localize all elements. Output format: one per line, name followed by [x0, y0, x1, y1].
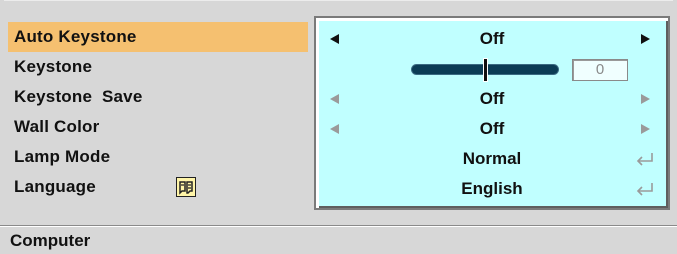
- right-arrow-icon[interactable]: [641, 124, 650, 134]
- language-value: English: [461, 179, 523, 198]
- auto-keystone-value: Off: [479, 29, 505, 48]
- auto-keystone-value-row[interactable]: Off: [316, 24, 668, 54]
- osd-menu: Auto Keystone Keystone Keystone Save Wal…: [0, 0, 677, 254]
- language-icon: [176, 177, 196, 197]
- lamp-mode-value: Normal: [462, 149, 522, 168]
- keystone-save-value: Off: [479, 89, 505, 108]
- wall-color-value: Off: [479, 119, 505, 138]
- menu-item-keystone[interactable]: Keystone: [8, 52, 308, 82]
- menu-item-wall-color[interactable]: Wall Color: [8, 112, 308, 142]
- menu-item-keystone-save[interactable]: Keystone Save: [8, 82, 308, 112]
- input-source-label: Computer: [10, 231, 91, 250]
- menu-item-label: Auto Keystone: [14, 27, 137, 46]
- language-value-row[interactable]: English: [316, 174, 668, 204]
- menu-item-label: Keystone Save: [14, 87, 143, 106]
- menu-item-label: Lamp Mode: [14, 147, 111, 166]
- keystone-value-box: 0: [572, 59, 628, 81]
- enter-icon[interactable]: [636, 152, 654, 166]
- menu-item-label: Keystone: [14, 57, 93, 76]
- menu-item-lamp-mode[interactable]: Lamp Mode: [8, 142, 308, 172]
- wall-color-value-row[interactable]: Off: [316, 114, 668, 144]
- menu-item-label: Language: [14, 177, 96, 196]
- lamp-mode-value-row[interactable]: Normal: [316, 144, 668, 174]
- keystone-value-row[interactable]: 0: [316, 54, 668, 84]
- value-panel: Off 0 Off Off Normal English: [314, 16, 670, 210]
- right-arrow-icon[interactable]: [641, 94, 650, 104]
- keystone-save-value-row[interactable]: Off: [316, 84, 668, 114]
- top-divider: [4, 0, 673, 1]
- right-arrow-icon[interactable]: [641, 34, 650, 44]
- footer-divider-highlight: [0, 226, 677, 227]
- menu-item-label: Wall Color: [14, 117, 100, 136]
- menu-item-auto-keystone[interactable]: Auto Keystone: [8, 22, 308, 52]
- setup-menu-list: Auto Keystone Keystone Keystone Save Wal…: [8, 22, 308, 202]
- enter-icon[interactable]: [636, 182, 654, 196]
- keystone-slider-knob[interactable]: [483, 58, 488, 82]
- menu-item-language[interactable]: Language: [8, 172, 308, 202]
